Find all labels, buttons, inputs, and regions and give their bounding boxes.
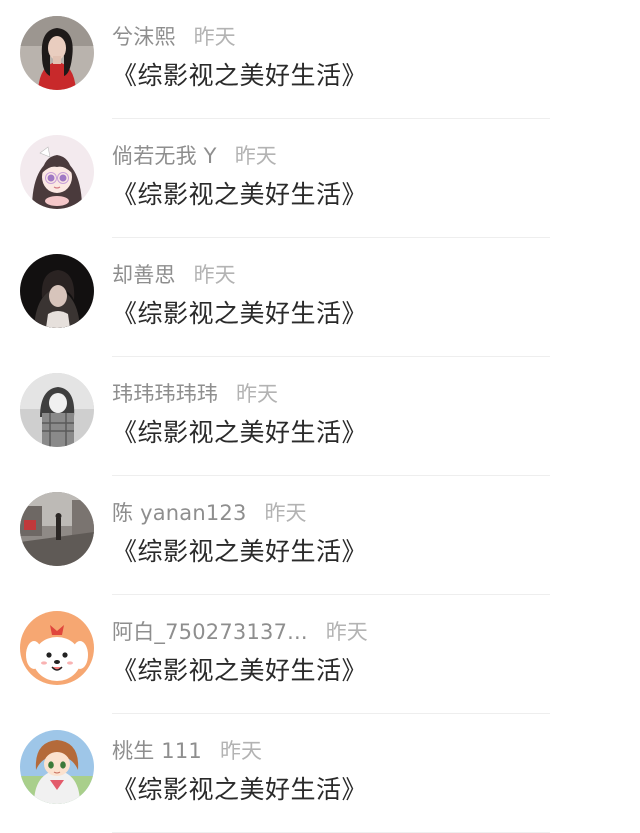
avatar[interactable] [20, 730, 94, 804]
comment-meta: 阿白_750273137... 昨天 [112, 617, 368, 645]
timestamp: 昨天 [219, 739, 262, 763]
timestamp: 昨天 [234, 144, 277, 168]
avatar-image [20, 492, 94, 566]
username[interactable]: 兮沫熙 [112, 21, 176, 51]
avatar-image [20, 254, 94, 328]
avatar-image [20, 373, 94, 447]
list-item[interactable]: 陈 yanan123 昨天 《综影视之美好生活》 [0, 476, 640, 595]
avatar-image [20, 611, 94, 685]
comment-meta: 却善思 昨天 [112, 260, 236, 288]
avatar-image [20, 16, 94, 90]
list-item[interactable]: 桃生 111 昨天 《综影视之美好生活》 [0, 714, 640, 833]
username[interactable]: 却善思 [112, 259, 176, 289]
timestamp: 昨天 [264, 501, 307, 525]
username[interactable]: 阿白_750273137... [112, 616, 308, 646]
timestamp: 昨天 [236, 382, 278, 406]
comment-text: 《综影视之美好生活》 [112, 775, 368, 804]
list-item[interactable]: 却善思 昨天 《综影视之美好生活》 [0, 238, 640, 357]
timestamp: 昨天 [193, 25, 236, 49]
username[interactable]: 倘若无我 Y [112, 140, 217, 170]
avatar-image [20, 730, 94, 804]
avatar[interactable] [20, 492, 94, 566]
username[interactable]: 桃生 111 [112, 735, 202, 765]
avatar[interactable] [20, 16, 94, 90]
comment-meta: 桃生 111 昨天 [112, 736, 262, 764]
comment-meta: 兮沫熙 昨天 [112, 22, 236, 50]
username[interactable]: 陈 yanan123 [112, 497, 247, 527]
avatar[interactable] [20, 135, 94, 209]
comment-text: 《综影视之美好生活》 [112, 180, 368, 209]
comment-text: 《综影视之美好生活》 [112, 537, 368, 566]
avatar[interactable] [20, 254, 94, 328]
username[interactable]: 玮玮玮玮玮 [112, 378, 218, 408]
timestamp: 昨天 [325, 620, 368, 644]
avatar-image [20, 135, 94, 209]
comment-meta: 倘若无我 Y 昨天 [112, 141, 277, 169]
comment-meta: 玮玮玮玮玮 昨天 [112, 379, 278, 407]
avatar[interactable] [20, 611, 94, 685]
list-item[interactable]: 兮沫熙 昨天 《综影视之美好生活》 [0, 0, 640, 119]
list-item[interactable]: 倘若无我 Y 昨天 《综影视之美好生活》 [0, 119, 640, 238]
comment-text: 《综影视之美好生活》 [112, 61, 368, 90]
comment-meta: 陈 yanan123 昨天 [112, 498, 307, 526]
comment-list: 兮沫熙 昨天 《综影视之美好生活》 倘若无我 Y 昨天 《综影视之美好生活》 却… [0, 0, 640, 833]
timestamp: 昨天 [193, 263, 236, 287]
comment-text: 《综影视之美好生活》 [112, 299, 368, 328]
list-item[interactable]: 阿白_750273137... 昨天 《综影视之美好生活》 [0, 595, 640, 714]
list-item[interactable]: 玮玮玮玮玮 昨天 《综影视之美好生活》 [0, 357, 640, 476]
comment-text: 《综影视之美好生活》 [112, 656, 368, 685]
avatar[interactable] [20, 373, 94, 447]
comment-text: 《综影视之美好生活》 [112, 418, 368, 447]
